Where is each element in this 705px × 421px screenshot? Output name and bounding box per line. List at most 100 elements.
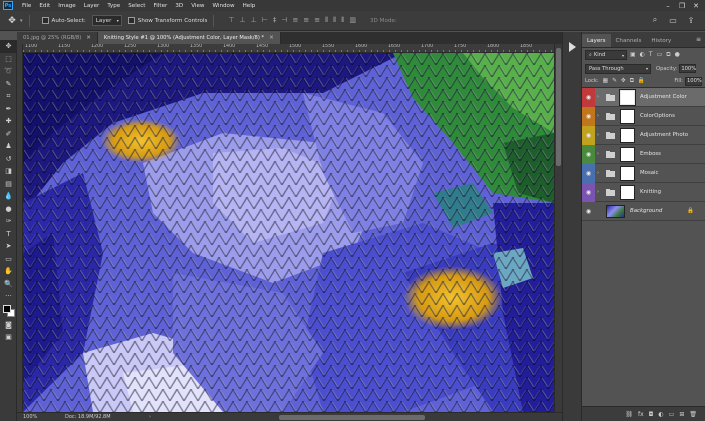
quick-select-tool-icon[interactable]: ✎ [0,78,17,91]
hand-tool-icon[interactable]: ✋ [0,265,17,278]
align-right-icon[interactable]: ⊣ [281,16,287,25]
close-tab-icon[interactable]: ✕ [86,35,91,41]
lock-transparent-icon[interactable]: ▦ [603,78,608,85]
distribute-right-icon[interactable]: ⦀ [341,16,344,25]
foreground-color-swatch[interactable] [3,304,11,313]
quick-mask-icon[interactable]: ◙ [0,319,17,332]
clone-stamp-tool-icon[interactable]: ♟ [0,140,17,153]
menu-filter[interactable]: Filter [149,3,171,9]
menu-type[interactable]: Type [103,3,124,9]
type-tool-icon[interactable]: T [0,228,17,241]
move-tool-preset-icon[interactable]: ✥ [4,14,20,28]
expand-arrow-icon[interactable]: › [597,189,603,195]
tab-channels[interactable]: Channels [611,34,647,47]
minimize-icon[interactable]: – [661,0,675,11]
tab-layers[interactable]: Layers [582,34,611,47]
filter-type-icon[interactable]: T [649,51,653,59]
trash-icon[interactable]: 🗑 [689,411,697,418]
distribute-vcenter-icon[interactable]: ≡ [303,16,309,25]
filter-shape-icon[interactable]: ▭ [657,51,663,59]
layer-row-emboss[interactable]: ◉ › Emboss [582,144,705,164]
visibility-eye-icon[interactable]: ◉ [586,94,591,101]
visibility-eye-icon[interactable]: ◉ [586,170,591,177]
close-icon[interactable]: ✕ [689,0,703,11]
layer-name[interactable]: Adjustment Color [640,94,687,100]
align-top-icon[interactable]: ⊤ [228,16,234,25]
distribute-left-icon[interactable]: ⦀ [325,16,328,25]
path-select-tool-icon[interactable]: ➤ [0,240,17,253]
expand-arrow-icon[interactable]: › [597,94,603,100]
layer-row-coloroptions[interactable]: ◉ › ColorOptions [582,106,705,126]
link-layers-icon[interactable]: ⛓ [625,411,633,418]
search-icon[interactable]: ⌕ [649,14,661,26]
fx-icon[interactable]: fx [638,411,644,418]
align-vcenter-icon[interactable]: ⊥ [240,16,246,25]
restore-icon[interactable]: ❐ [675,0,689,11]
menu-view[interactable]: View [187,3,208,9]
menu-edit[interactable]: Edit [35,3,54,9]
pen-tool-icon[interactable]: ✑ [0,215,17,228]
menu-window[interactable]: Window [209,3,239,9]
align-left-icon[interactable]: ⊢ [262,16,268,25]
shape-tool-icon[interactable]: ▭ [0,253,17,266]
lasso-tool-icon[interactable]: ➰ [0,65,17,78]
visibility-eye-icon[interactable]: ◉ [586,132,591,139]
layer-row-mosaic[interactable]: ◉ › Mosaic [582,163,705,183]
chevron-down-icon[interactable]: ▾ [20,18,23,24]
auto-align-icon[interactable]: ▥ [349,16,356,25]
visibility-eye-icon[interactable]: ◉ [586,189,591,196]
eyedropper-tool-icon[interactable]: ✒ [0,103,17,116]
fill-field[interactable]: 100% [685,76,702,86]
layer-row-adjustment-color[interactable]: ◉ › Adjustment Color [582,87,705,107]
zoom-tool-icon[interactable]: 🔍 [0,278,17,291]
layer-mask-thumbnail[interactable] [620,127,635,143]
panel-menu-icon[interactable]: ≡ [696,36,701,43]
share-icon[interactable]: ⇪ [685,14,697,26]
vertical-scrollbar[interactable] [554,44,562,412]
chevron-right-icon[interactable]: › [149,414,151,420]
blur-tool-icon[interactable]: 💧 [0,190,17,203]
doc-size[interactable]: Doc: 18.9M/92.8M [39,414,149,420]
filter-kind-dropdown[interactable]: ⌕ Kind ▾ [585,50,627,60]
blend-mode-dropdown[interactable]: Pass Through ▾ [585,63,651,74]
crop-tool-icon[interactable]: ⌗ [0,90,17,103]
lock-position-icon[interactable]: ✥ [621,78,626,85]
menu-image[interactable]: Image [54,3,80,9]
show-transform-checkbox[interactable] [127,17,135,24]
document-canvas[interactable] [23,53,554,412]
layer-mask-thumbnail[interactable] [620,146,635,162]
layer-row-adjustment-photo[interactable]: ◉ › Adjustment Photo [582,125,705,145]
menu-help[interactable]: Help [239,3,260,9]
tab-history[interactable]: History [646,34,676,47]
expand-arrow-icon[interactable]: › [597,132,603,138]
dodge-tool-icon[interactable]: ● [0,203,17,216]
align-hcenter-icon[interactable]: ‡ [273,16,277,25]
healing-brush-tool-icon[interactable]: ✚ [0,115,17,128]
distribute-top-icon[interactable]: ≡ [292,16,298,25]
auto-select-checkbox[interactable] [41,17,49,24]
actions-panel-icon[interactable] [568,42,576,52]
expand-arrow-icon[interactable]: › [597,170,603,176]
layer-mask-thumbnail[interactable] [620,184,635,200]
layer-name[interactable]: Adjustment Photo [640,132,688,138]
add-mask-icon[interactable]: ◘ [649,411,654,418]
layer-row-background[interactable]: ◉ Background 🔒 [582,202,705,221]
visibility-eye-icon[interactable]: ◉ [586,113,591,120]
layer-mask-thumbnail[interactable] [619,88,636,106]
filter-smart-object-icon[interactable]: ⧉ [666,51,670,59]
history-brush-tool-icon[interactable]: ↺ [0,153,17,166]
new-layer-icon[interactable]: ⊞ [679,411,684,418]
auto-select-target-dropdown[interactable]: Layer ▾ [91,15,122,26]
zoom-level[interactable]: 100% [17,414,39,420]
lock-image-icon[interactable]: ✎ [612,78,617,85]
workspace-icon[interactable]: ▭ [667,14,679,26]
menu-select[interactable]: Select [124,3,149,9]
menu-layer[interactable]: Layer [80,3,104,9]
move-tool-icon[interactable]: ✥ [0,40,17,53]
layer-mask-thumbnail[interactable] [620,165,635,181]
adjustment-layer-icon[interactable]: ◐ [658,411,663,418]
close-tab-icon[interactable]: ✕ [269,35,274,41]
visibility-eye-icon[interactable]: ◉ [586,151,591,158]
layer-name[interactable]: Mosaic [640,170,659,176]
expand-arrow-icon[interactable]: › [597,151,603,157]
